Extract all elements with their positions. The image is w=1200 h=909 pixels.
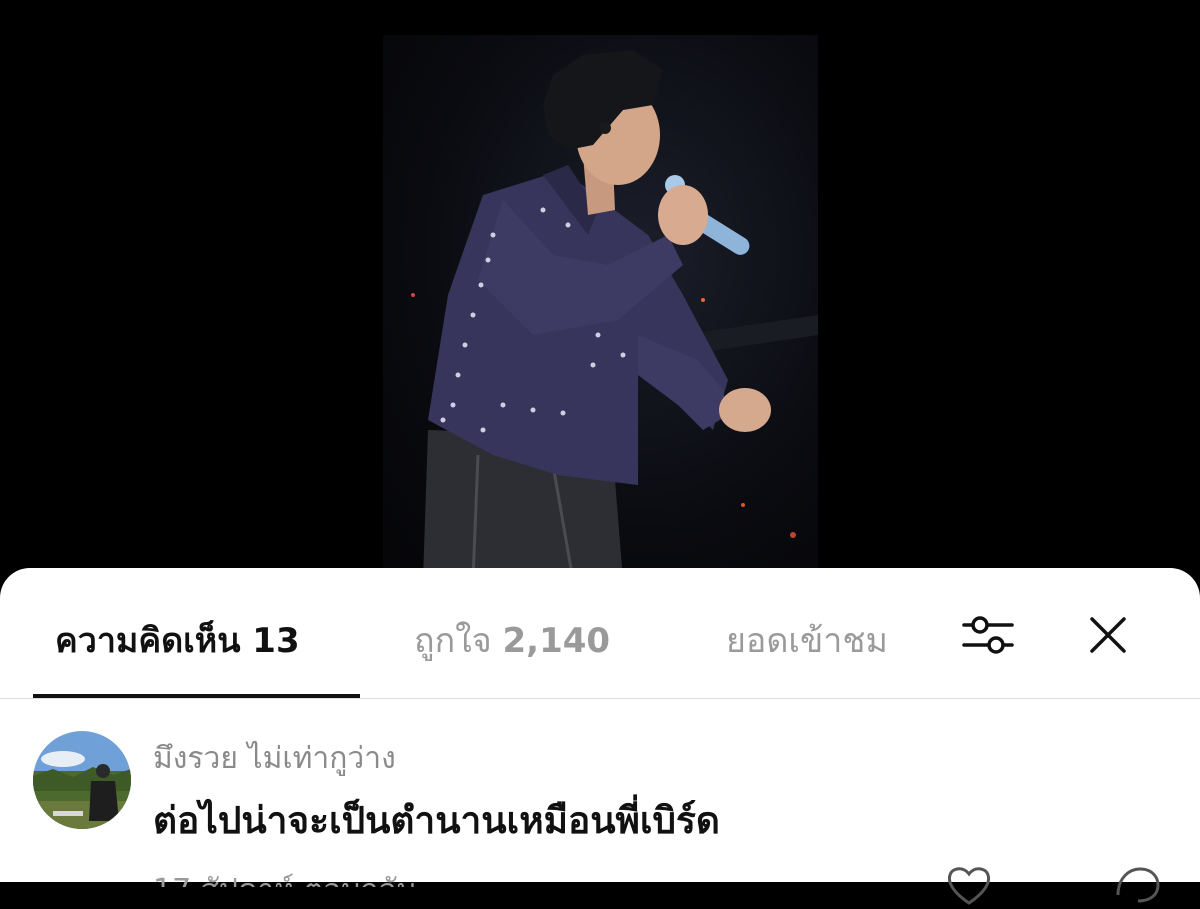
comment-username[interactable]: มึงรวย ไม่เท่ากูว่าง — [153, 735, 396, 782]
concert-singer-image — [411, 50, 818, 580]
comment-meta: 17 สัปดาห์ ตอบกลับ — [153, 867, 853, 887]
avatar[interactable] — [33, 731, 131, 829]
tab-likes[interactable]: ถูกใจ 2,140 — [414, 616, 610, 666]
comment-item: มึงรวย ไม่เท่ากูว่าง ต่อไปน่าจะเป็นตำนาน… — [0, 699, 1200, 905]
comments-sheet: ความคิดเห็น 13 ถูกใจ 2,140 ยอดเข้าชม มึง… — [0, 568, 1200, 905]
video-frame[interactable] — [383, 35, 818, 580]
tab-comments-label: ความคิดเห็น — [55, 621, 241, 661]
video-player[interactable] — [0, 0, 1200, 600]
sliders-icon[interactable] — [962, 614, 1014, 656]
tab-likes-label: ถูกใจ — [414, 621, 492, 661]
tab-views-label: ยอดเข้าชม — [726, 621, 888, 661]
tab-comments[interactable]: ความคิดเห็น 13 — [55, 616, 300, 666]
close-icon[interactable] — [1088, 615, 1128, 655]
tab-likes-count: 2,140 — [502, 621, 611, 661]
reply-icon[interactable] — [1112, 865, 1162, 905]
heart-icon[interactable] — [946, 865, 992, 905]
tab-bar: ความคิดเห็น 13 ถูกใจ 2,140 ยอดเข้าชม — [0, 568, 1200, 698]
tab-comments-count: 13 — [252, 621, 300, 661]
tab-views[interactable]: ยอดเข้าชม — [726, 616, 888, 666]
comment-text: ต่อไปน่าจะเป็นตำนานเหมือนพี่เบิร์ด — [153, 799, 720, 842]
